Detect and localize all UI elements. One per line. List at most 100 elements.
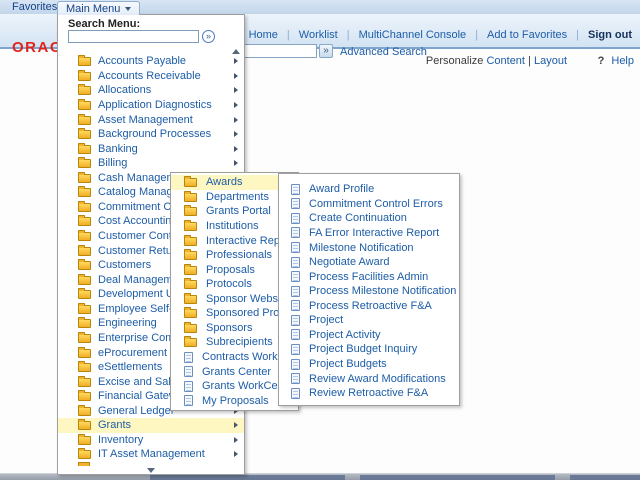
advanced-search-link[interactable]: Advanced Search — [340, 46, 427, 58]
submenu-arrow-icon — [234, 87, 238, 94]
home-link[interactable]: Home — [249, 29, 278, 41]
menu-item-label: Awards — [206, 176, 243, 189]
menu-search-input[interactable] — [68, 30, 199, 43]
folder-icon — [78, 244, 91, 256]
folder-icon — [78, 317, 91, 329]
chevron-down-icon — [125, 6, 132, 11]
menu-item[interactable]: Background Processes — [58, 127, 244, 142]
page-icon — [291, 183, 300, 195]
personalize-layout-link[interactable]: Layout — [534, 55, 567, 67]
folder-icon — [184, 234, 197, 246]
menu-item[interactable]: Application Diagnostics — [58, 98, 244, 113]
submenu-arrow-icon — [234, 58, 238, 65]
menu-item[interactable]: Project Budget Inquiry — [279, 342, 459, 357]
nav-separator: | — [576, 29, 579, 41]
menu-item-label: Allocations — [98, 84, 152, 97]
submenu-arrow-icon — [234, 451, 238, 458]
page-icon — [184, 395, 193, 407]
application-window: Favorites Main Menu ORACLE Home | Workli… — [0, 0, 640, 480]
folder-icon — [184, 263, 197, 275]
page-icon — [291, 227, 300, 239]
folder-icon — [78, 361, 91, 373]
main-menu-tab[interactable]: Main Menu — [57, 1, 141, 15]
personalize-separator: | — [528, 55, 531, 67]
menu-item-label: Engineering — [98, 317, 157, 330]
page-icon — [291, 373, 300, 385]
menu-item-label: Process Retroactive F&A — [309, 299, 432, 312]
menu-item[interactable]: Milestone Notification — [279, 240, 459, 255]
menu-item-label: General Ledger — [98, 404, 175, 417]
folder-icon — [184, 176, 197, 188]
menu-item[interactable]: Accounts Receivable — [58, 69, 244, 84]
add-to-favorites-link[interactable]: Add to Favorites — [487, 29, 567, 41]
menu-item[interactable]: Allocations — [58, 83, 244, 98]
folder-icon — [78, 98, 91, 110]
menu-item[interactable]: Project Budgets — [279, 357, 459, 372]
menu-item-label: Process Milestone Notification — [309, 285, 457, 298]
menu-item[interactable]: Project Activity — [279, 328, 459, 343]
menu-item[interactable]: Review Award Modifications — [279, 371, 459, 386]
menu-item[interactable]: FA Error Interactive Report — [279, 226, 459, 241]
menu-item[interactable]: Commitment Control Errors — [279, 197, 459, 212]
folder-icon — [78, 215, 91, 227]
menu-item-label: Accounts Receivable — [98, 69, 201, 82]
scroll-down-icon — [147, 467, 155, 473]
nav-separator: | — [286, 29, 290, 41]
menu-search-go-button[interactable]: » — [202, 30, 215, 43]
menu-item[interactable]: Create Continuation — [279, 211, 459, 226]
menu-item[interactable]: Inventory — [58, 433, 244, 448]
page-icon — [291, 242, 300, 254]
folder-icon — [78, 375, 91, 387]
menu-item-label: Commitment Control Errors — [309, 197, 443, 210]
menu-item[interactable]: IT Asset Management — [58, 447, 244, 462]
menu-item[interactable]: Award Profile — [279, 182, 459, 197]
folder-icon — [184, 336, 197, 348]
menu-item-label: Process Facilities Admin — [309, 270, 429, 283]
menu-item-label: Billing — [98, 157, 128, 170]
menu-item[interactable]: Banking — [58, 141, 244, 156]
folder-icon — [78, 128, 91, 140]
menu-item-label: Negotiate Award — [309, 256, 390, 269]
menu-item-label: Professionals — [206, 249, 273, 262]
menu-item[interactable]: Project — [279, 313, 459, 328]
page-icon — [291, 212, 300, 224]
menu-item[interactable]: Negotiate Award — [279, 255, 459, 270]
folder-icon — [78, 404, 91, 416]
multichannel-console-link[interactable]: MultiChannel Console — [359, 29, 467, 41]
menu-item[interactable]: Process Facilities Admin — [279, 269, 459, 284]
menu-item[interactable]: Process Retroactive F&A — [279, 299, 459, 314]
folder-icon — [78, 84, 91, 96]
menu-item-label: Project Activity — [309, 328, 381, 341]
menu-item-label: eProcurement — [98, 346, 168, 359]
submenu-arrow-icon — [234, 72, 238, 79]
menu-item[interactable]: Accounts Payable — [58, 54, 244, 69]
sign-out-link[interactable]: Sign out — [588, 29, 632, 41]
submenu-arrow-icon — [234, 101, 238, 108]
page-icon — [291, 343, 300, 355]
worklist-link[interactable]: Worklist — [299, 29, 338, 41]
menu-item[interactable]: Billing — [58, 156, 244, 171]
folder-icon — [184, 307, 197, 319]
page-icon — [184, 351, 193, 363]
nav-separator: | — [475, 29, 479, 41]
submenu-arrow-icon — [234, 145, 238, 152]
taskbar-segment — [570, 475, 640, 480]
menu-item[interactable]: Process Milestone Notification — [279, 284, 459, 299]
folder-icon — [78, 186, 91, 198]
menu-item-label: My Proposals — [202, 394, 269, 407]
menu-item[interactable]: Grants — [58, 418, 244, 433]
help-link[interactable]: Help — [611, 55, 634, 67]
menu-item[interactable]: Asset Management — [58, 112, 244, 127]
menu-item-label: Project Budget Inquiry — [309, 343, 418, 356]
global-search-go-button[interactable]: » — [319, 44, 333, 58]
folder-icon — [184, 190, 197, 202]
menu-item[interactable]: Review Retroactive F&A — [279, 386, 459, 401]
menu-item-label: Protocols — [206, 278, 252, 291]
folder-icon — [78, 230, 91, 242]
personalize-content-link[interactable]: Content — [486, 55, 525, 67]
menu-item-label: Sponsors — [206, 321, 253, 334]
menu-item-label: Banking — [98, 142, 138, 155]
menu-item-label: Grants Portal — [206, 205, 271, 218]
page-icon — [291, 271, 300, 283]
scroll-down-strip[interactable] — [58, 466, 244, 474]
